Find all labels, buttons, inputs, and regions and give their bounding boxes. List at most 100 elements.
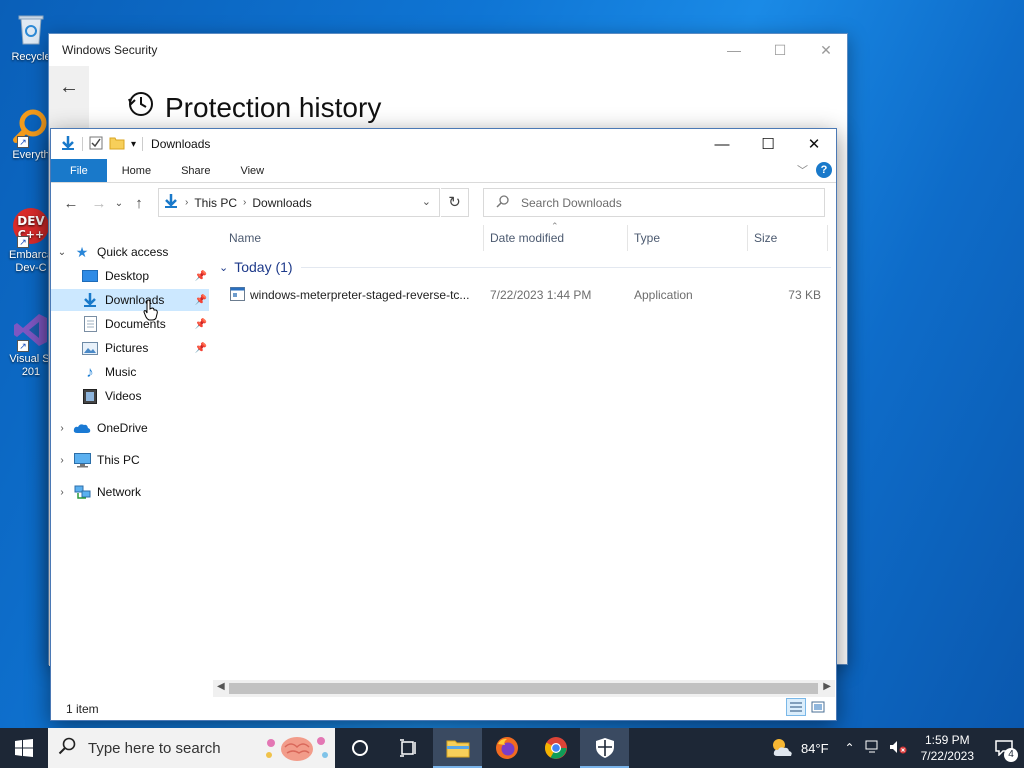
search-placeholder: Search Downloads (521, 195, 622, 210)
scroll-left-icon[interactable]: ◀ (217, 681, 225, 692)
expand-chevron-icon[interactable]: › (51, 487, 73, 498)
start-button[interactable] (0, 728, 48, 768)
chrome-icon (544, 737, 567, 759)
new-folder-icon[interactable] (109, 136, 125, 153)
taskbar-chrome[interactable] (531, 728, 580, 768)
search-highlight-brain-icon (263, 733, 331, 767)
column-divider[interactable] (483, 225, 484, 251)
back-button[interactable]: ← (59, 195, 83, 212)
maximize-button[interactable]: ☐ (757, 39, 803, 61)
forward-button[interactable]: → (87, 195, 111, 212)
refresh-button[interactable]: ↻ (441, 188, 469, 217)
cortana-button[interactable] (335, 728, 384, 768)
group-header-today[interactable]: ⌄ Today (1) (219, 259, 831, 275)
minimize-button[interactable]: — (699, 129, 745, 159)
file-explorer-window[interactable]: ▾ Downloads — ☐ ✕ File Home Share View ﹀… (50, 128, 837, 721)
nav-item-desktop[interactable]: Desktop 📌 (51, 265, 209, 287)
file-type: Application (634, 288, 693, 302)
windows-logo-icon (15, 739, 33, 757)
clock-date: 7/22/2023 (920, 749, 974, 763)
nav-item-this-pc[interactable]: › This PC (51, 449, 209, 471)
nav-item-music[interactable]: ♪ Music (51, 361, 209, 383)
downloads-arrow-icon (60, 135, 76, 154)
firefox-icon (495, 737, 518, 759)
file-date: 7/22/2023 1:44 PM (490, 288, 592, 302)
videos-film-icon (81, 388, 99, 404)
back-arrow-icon[interactable]: ← (59, 76, 79, 99)
column-date-modified[interactable]: Date modified (490, 231, 564, 245)
scroll-right-icon[interactable]: ▶ (823, 681, 831, 692)
details-view-button[interactable] (786, 698, 806, 716)
column-divider[interactable] (627, 225, 628, 251)
tab-view[interactable]: View (225, 159, 279, 182)
shortcut-arrow-icon: ↗ (17, 136, 29, 148)
recycle-bin-icon (11, 8, 51, 48)
breadcrumb-chevron-icon[interactable]: › (185, 197, 188, 208)
window-title: Downloads (151, 137, 211, 151)
customize-toolbar-chevron-icon[interactable]: ▾ (131, 139, 136, 150)
nav-label: Desktop (105, 269, 150, 283)
nav-item-network[interactable]: › Network (51, 481, 209, 503)
network-icon (73, 484, 91, 500)
volume-muted-icon[interactable] (889, 740, 907, 757)
column-divider[interactable] (747, 225, 748, 251)
nav-item-pictures[interactable]: Pictures 📌 (51, 337, 209, 359)
group-label: Today (1) (234, 259, 293, 275)
quick-access-toolbar: ▾ Downloads (51, 135, 210, 154)
nav-item-videos[interactable]: Videos (51, 385, 209, 407)
dev-cpp-icon: DEV C++ ↗ (11, 206, 51, 248)
address-bar[interactable]: › This PC › Downloads ⌄ (158, 188, 440, 217)
expand-chevron-icon[interactable]: › (51, 423, 73, 434)
collapse-chevron-icon[interactable]: ⌄ (51, 247, 73, 258)
group-divider (300, 266, 831, 268)
taskbar: Type here to search 84°F ⌃ 1:59 PM 7/22/… (0, 728, 1024, 768)
column-type[interactable]: Type (634, 231, 660, 245)
network-status-icon[interactable] (865, 740, 881, 757)
taskbar-file-explorer[interactable] (433, 728, 482, 768)
breadcrumb-downloads[interactable]: Downloads (252, 196, 311, 210)
close-button[interactable]: ✕ (791, 129, 837, 159)
recent-locations-chevron-icon[interactable]: ⌄ (111, 198, 127, 209)
breadcrumb-chevron-icon[interactable]: › (243, 197, 246, 208)
taskbar-windows-security[interactable] (580, 728, 629, 768)
address-history-chevron-icon[interactable]: ⌄ (422, 195, 431, 208)
notification-center-button[interactable]: 4 (984, 728, 1024, 768)
nav-item-quick-access[interactable]: ⌄ ★ Quick access (51, 241, 209, 263)
scrollbar-thumb[interactable] (229, 683, 818, 694)
help-button[interactable]: ? (816, 162, 832, 178)
task-view-button[interactable] (384, 728, 433, 768)
horizontal-scrollbar[interactable]: ◀ ▶ (213, 680, 835, 697)
show-hidden-icons-chevron-icon[interactable]: ⌃ (845, 741, 855, 755)
column-size[interactable]: Size (754, 231, 777, 245)
shield-icon (595, 738, 614, 758)
weather-temperature[interactable]: 84°F (801, 741, 829, 756)
nav-item-downloads[interactable]: Downloads 📌 (51, 289, 209, 311)
column-divider[interactable] (827, 225, 828, 251)
tab-file[interactable]: File (51, 159, 107, 182)
breadcrumb-this-pc[interactable]: This PC (194, 196, 237, 210)
notification-count-badge: 4 (1004, 748, 1018, 762)
clock[interactable]: 1:59 PM 7/22/2023 (911, 732, 984, 764)
taskbar-search-box[interactable]: Type here to search (48, 728, 335, 768)
properties-checkbox-icon[interactable] (89, 136, 103, 153)
application-file-icon (230, 287, 245, 304)
visual-studio-icon: ↗ (11, 310, 51, 352)
up-button[interactable]: ↑ (127, 195, 151, 212)
expand-chevron-icon[interactable]: › (51, 455, 73, 466)
minimize-button[interactable]: — (711, 39, 757, 61)
nav-item-onedrive[interactable]: › OneDrive (51, 417, 209, 439)
table-row[interactable]: windows-meterpreter-staged-reverse-tc...… (221, 283, 831, 307)
weather-icon[interactable] (769, 736, 795, 761)
large-icons-view-button[interactable] (808, 698, 828, 716)
nav-item-documents[interactable]: Documents 📌 (51, 313, 209, 335)
column-name[interactable]: Name (229, 231, 261, 245)
maximize-button[interactable]: ☐ (745, 129, 791, 159)
navigation-bar: ← → ⌄ ↑ › This PC › Downloads ⌄ ↻ Search… (51, 185, 836, 221)
taskbar-firefox[interactable] (482, 728, 531, 768)
search-input[interactable]: Search Downloads (483, 188, 825, 217)
close-button[interactable]: ✕ (803, 39, 849, 61)
collapse-group-chevron-icon[interactable]: ⌄ (219, 261, 228, 274)
tab-home[interactable]: Home (107, 159, 166, 182)
expand-ribbon-chevron-icon[interactable]: ﹀ (797, 162, 808, 178)
tab-share[interactable]: Share (166, 159, 225, 182)
